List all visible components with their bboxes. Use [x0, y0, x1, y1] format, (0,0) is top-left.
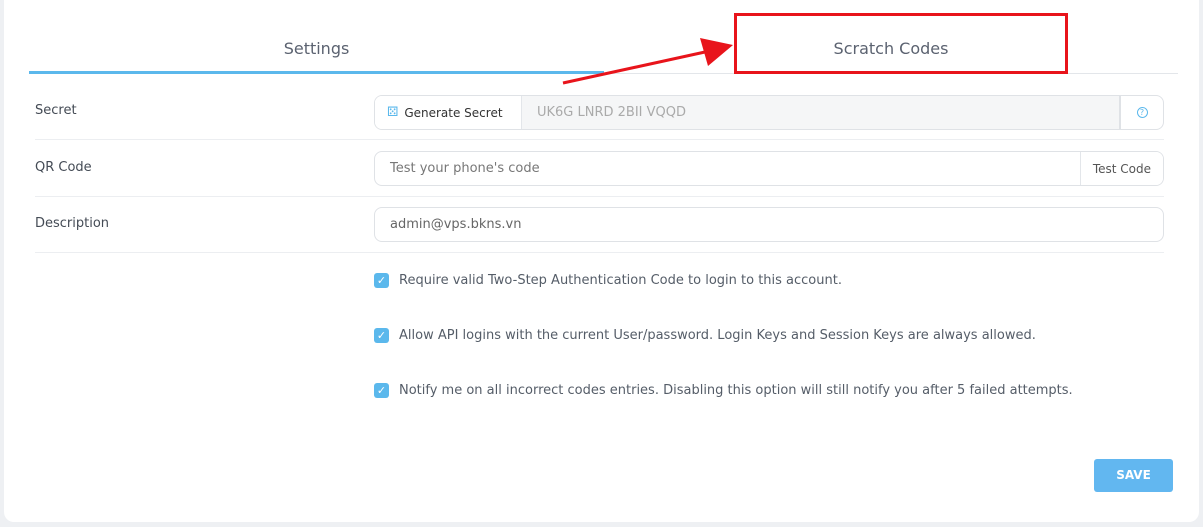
annotation-arrow-icon [562, 38, 733, 85]
